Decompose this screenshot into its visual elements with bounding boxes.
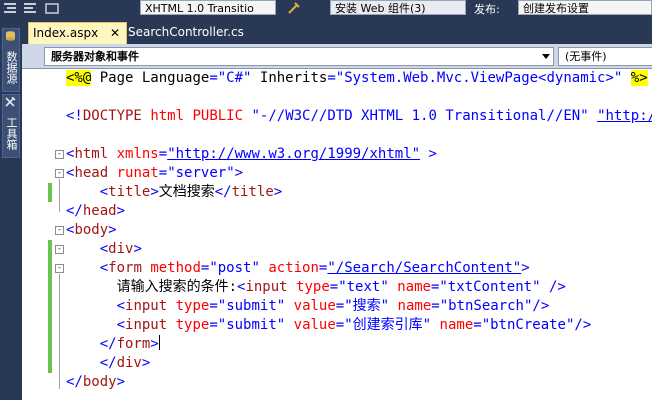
code-line-text: </body> bbox=[66, 374, 126, 390]
chevron-down-icon bbox=[542, 54, 550, 59]
code-line: <html xmlns="http://www.w3.org/1999/xhtm… bbox=[66, 145, 437, 164]
code-line-text: </form> bbox=[99, 336, 159, 352]
tab-label: Index.aspx bbox=[33, 26, 99, 40]
code-line: <div> bbox=[66, 240, 142, 259]
doctype-target-value: XHTML 1.0 Transitio bbox=[145, 2, 254, 15]
code-line: </form> bbox=[66, 335, 160, 354]
tools-icon[interactable] bbox=[286, 1, 302, 16]
text-cursor bbox=[158, 335, 160, 350]
format-icon[interactable] bbox=[44, 1, 60, 16]
toolbox-icon bbox=[4, 96, 17, 107]
close-icon[interactable]: ✕ bbox=[110, 23, 120, 43]
code-line: </body> bbox=[66, 373, 125, 392]
code-line: <%@ Page Language="C#" Inherits="System.… bbox=[66, 69, 648, 88]
collapse-icon[interactable]: - bbox=[55, 150, 64, 159]
collapse-icon[interactable]: - bbox=[55, 264, 64, 273]
code-line-text: <body> bbox=[66, 222, 117, 238]
event-value: (无事件) bbox=[565, 50, 607, 63]
tab-label: SearchController.cs bbox=[128, 25, 244, 39]
code-line-text: <%@ Page Language="C#" Inherits="System.… bbox=[66, 70, 648, 86]
code-navigation-bar: 服务器对象和事件 (无事件) bbox=[22, 44, 652, 69]
code-line: </div> bbox=[66, 354, 151, 373]
server-object-selector[interactable]: 服务器对象和事件 bbox=[44, 47, 554, 66]
install-web-components-button[interactable]: 安装 Web 组件(3) bbox=[330, 0, 466, 15]
collapse-icon[interactable]: - bbox=[55, 169, 64, 178]
code-line-text: </head> bbox=[66, 203, 126, 219]
publish-label: 发布: bbox=[474, 3, 500, 16]
left-dock-sidebar: 数据源 工具箱 bbox=[0, 22, 22, 400]
code-line: <!DOCTYPE html PUBLIC "-//W3C//DTD XHTML… bbox=[66, 107, 652, 126]
sidebar-tab-toolbox[interactable]: 工具箱 bbox=[2, 94, 20, 158]
publish-profile-select[interactable]: 创建发布设置 bbox=[518, 0, 652, 15]
code-line: <input type="submit" value="创建索引库" name=… bbox=[66, 316, 592, 335]
code-line-text: <title>文档搜索</title> bbox=[99, 184, 283, 200]
code-line-text: <head runat="server"> bbox=[66, 165, 244, 181]
tab-index-aspx[interactable]: Index.aspx ✕ bbox=[28, 22, 127, 44]
code-line: <body> bbox=[66, 221, 117, 240]
tab-search-controller[interactable]: SearchController.cs bbox=[125, 22, 267, 44]
change-bar bbox=[48, 240, 52, 373]
document-tab-strip: Index.aspx ✕ SearchController.cs bbox=[22, 22, 652, 44]
server-object-value: 服务器对象和事件 bbox=[51, 50, 139, 63]
outdent-icon[interactable] bbox=[22, 1, 38, 16]
code-line-text: <!DOCTYPE html PUBLIC "-//W3C//DTD XHTML… bbox=[66, 108, 652, 124]
sidebar-tab-label: 工具箱 bbox=[5, 116, 18, 150]
fold-guide bbox=[59, 179, 60, 212]
code-line-text: <input type="submit" value="搜索" name="bt… bbox=[116, 298, 550, 314]
toolbar: XHTML 1.0 Transitio 安装 Web 组件(3) 发布: 创建发… bbox=[0, 0, 652, 22]
database-icon bbox=[5, 31, 17, 41]
code-line-text: <input type="submit" value="创建索引库" name=… bbox=[116, 317, 592, 333]
sidebar-tab-data-sources[interactable]: 数据源 bbox=[2, 28, 20, 92]
publish-profile-value: 创建发布设置 bbox=[523, 2, 589, 15]
fold-guide bbox=[59, 274, 60, 389]
code-line: </head> bbox=[66, 202, 125, 221]
code-line-text: <html xmlns="http://www.w3.org/1999/xhtm… bbox=[66, 146, 437, 162]
indent-icon[interactable] bbox=[2, 1, 18, 16]
change-bar bbox=[48, 183, 52, 202]
web-components-label: 安装 Web 组件(3) bbox=[335, 2, 426, 15]
code-line-text: 请输入搜索的条件:<input type="text" name="txtCon… bbox=[66, 279, 566, 295]
code-line: <title>文档搜索</title> bbox=[66, 183, 282, 202]
code-editor[interactable]: - - - - - <%@ Page Language="C#" Inherit… bbox=[22, 69, 652, 400]
code-line-text: <form method="post" action="/Search/Sear… bbox=[99, 260, 530, 276]
collapse-icon[interactable]: - bbox=[55, 245, 64, 254]
code-line: <head runat="server"> bbox=[66, 164, 243, 183]
code-line-text: <div> bbox=[99, 241, 142, 257]
collapse-icon[interactable]: - bbox=[55, 226, 64, 235]
code-line: <form method="post" action="/Search/Sear… bbox=[66, 259, 530, 278]
event-selector[interactable]: (无事件) bbox=[558, 47, 652, 66]
doctype-target-select[interactable]: XHTML 1.0 Transitio bbox=[140, 0, 276, 15]
sidebar-tab-label: 数据源 bbox=[5, 50, 18, 84]
code-line-text: </div> bbox=[99, 355, 151, 371]
code-line: 请输入搜索的条件:<input type="text" name="txtCon… bbox=[66, 278, 566, 297]
code-line: <input type="submit" value="搜索" name="bt… bbox=[66, 297, 550, 316]
